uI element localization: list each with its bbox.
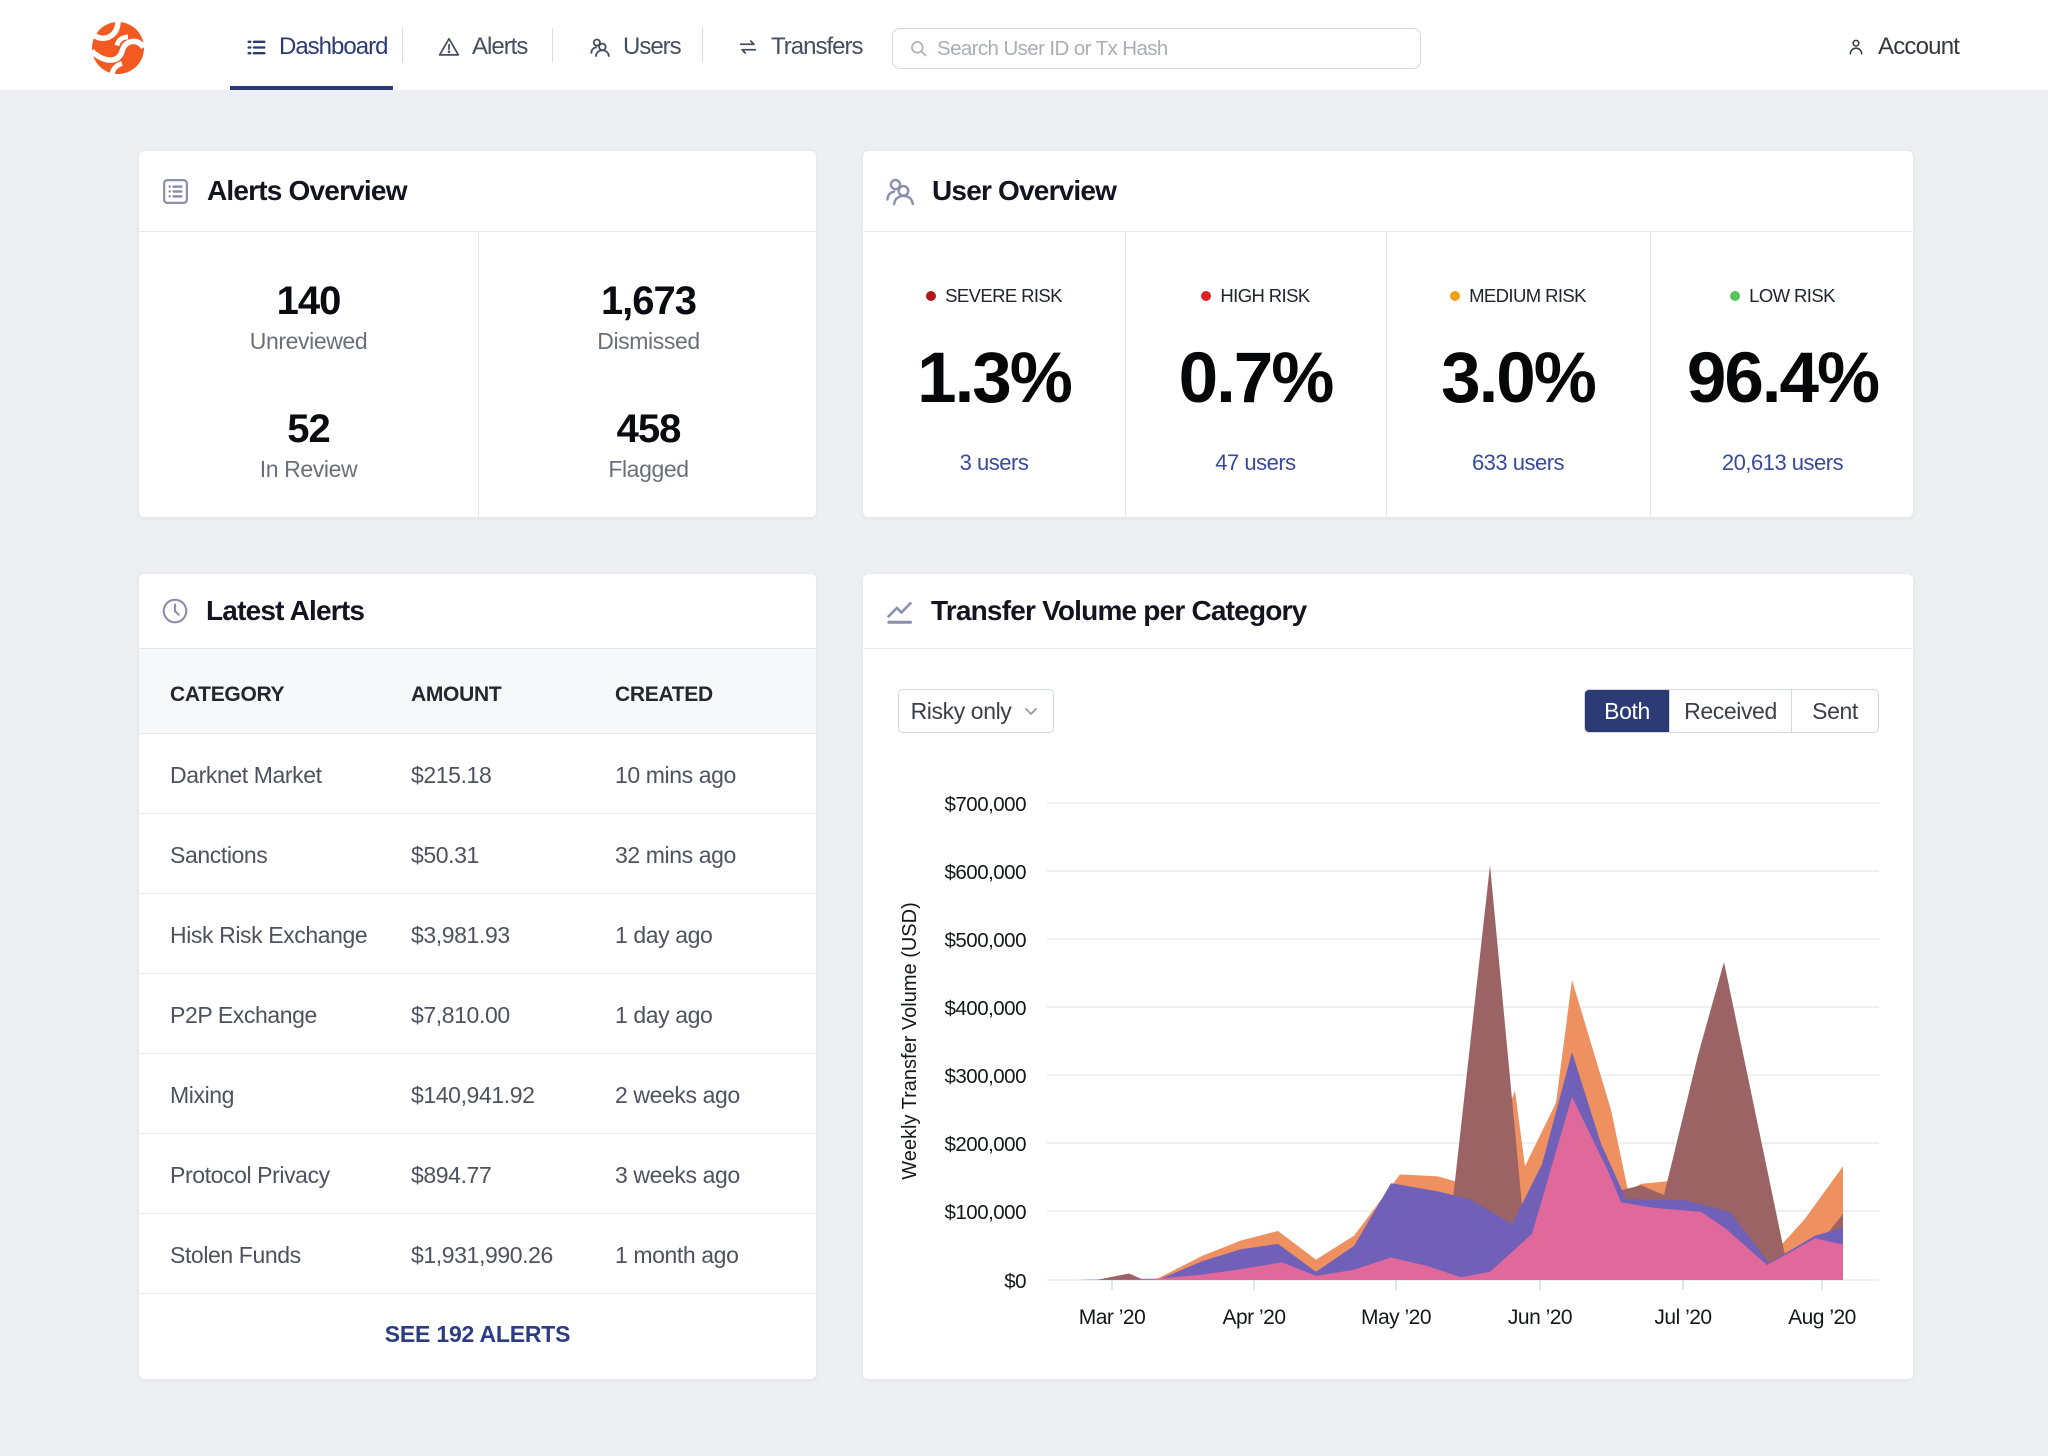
svg-text:Weekly Transfer Volume (USD): Weekly Transfer Volume (USD): [899, 902, 921, 1180]
svg-text:$500,000: $500,000: [944, 929, 1026, 952]
svg-text:May ’20: May ’20: [1361, 1306, 1431, 1329]
svg-text:Mar ’20: Mar ’20: [1079, 1306, 1146, 1329]
svg-text:Jul ’20: Jul ’20: [1654, 1306, 1711, 1329]
svg-text:$0: $0: [1004, 1270, 1026, 1293]
svg-text:$200,000: $200,000: [944, 1133, 1026, 1156]
svg-text:$400,000: $400,000: [944, 997, 1026, 1020]
svg-text:$700,000: $700,000: [944, 793, 1026, 816]
svg-text:Jun ’20: Jun ’20: [1508, 1306, 1572, 1329]
svg-text:$100,000: $100,000: [944, 1201, 1026, 1224]
svg-text:Apr ’20: Apr ’20: [1222, 1306, 1285, 1329]
svg-text:$300,000: $300,000: [944, 1065, 1026, 1088]
svg-text:$600,000: $600,000: [944, 861, 1026, 884]
svg-text:Aug ’20: Aug ’20: [1788, 1306, 1856, 1329]
